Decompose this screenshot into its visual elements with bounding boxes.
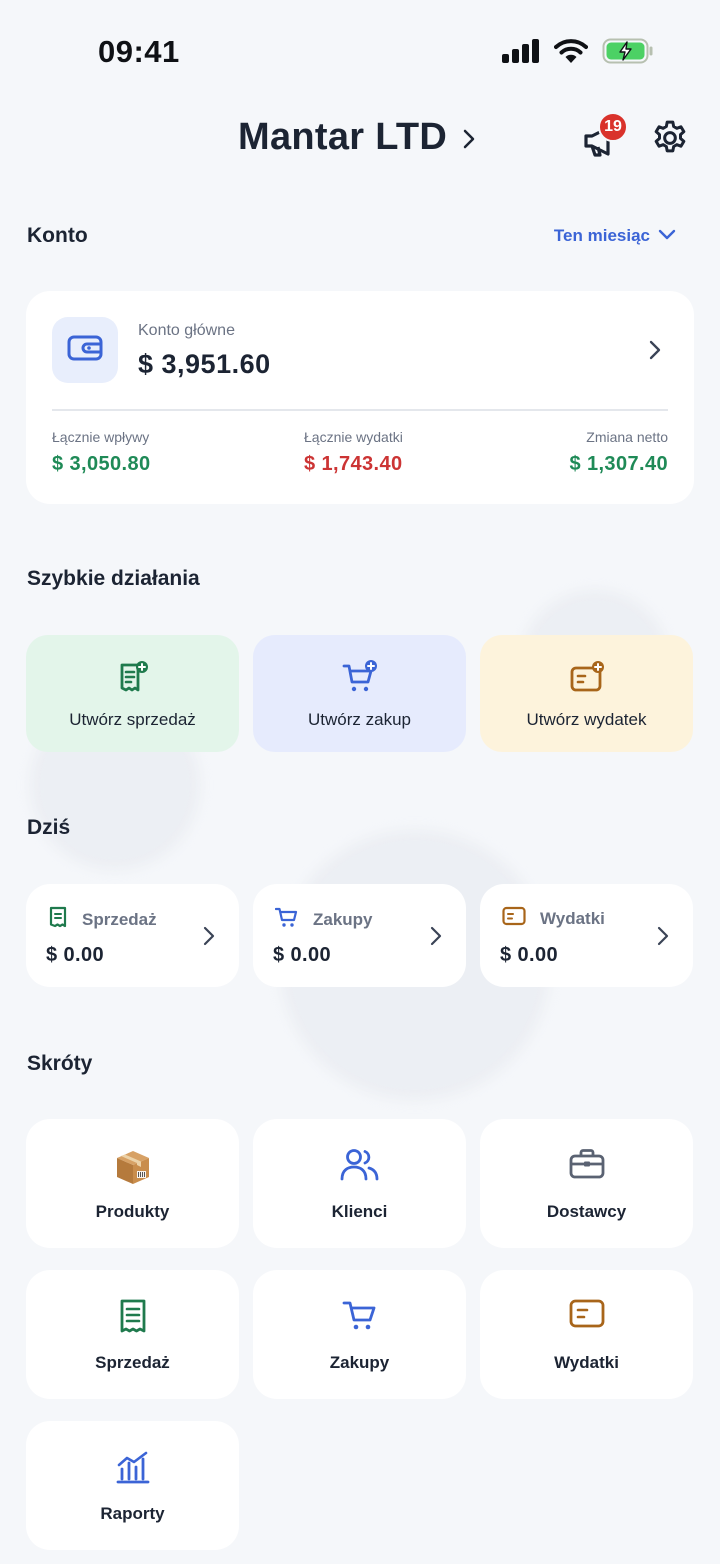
stat-value: $ 1,307.40 xyxy=(569,453,668,475)
shortcut-label: Sprzedaż xyxy=(95,1353,170,1372)
wifi-icon xyxy=(554,38,588,69)
receipt-icon xyxy=(118,1298,148,1339)
chevron-right-icon xyxy=(203,926,215,951)
package-icon xyxy=(113,1147,153,1192)
create-purchase-label: Utwórz zakup xyxy=(308,710,411,729)
cellular-signal-icon xyxy=(502,39,540,68)
today-sales-card[interactable]: Sprzedaż $ 0.00 xyxy=(26,884,239,987)
shortcut-label: Produkty xyxy=(95,1202,170,1221)
account-section-title: Konto xyxy=(27,224,88,247)
gear-icon[interactable] xyxy=(650,118,690,163)
create-sale-label: Utwórz sprzedaż xyxy=(69,710,196,729)
shortcut-sales[interactable]: Sprzedaż xyxy=(26,1270,239,1399)
stat-value: $ 3,050.80 xyxy=(52,453,151,475)
shortcut-label: Dostawcy xyxy=(546,1202,627,1221)
battery-charging-icon xyxy=(602,38,654,69)
company-name[interactable]: Mantar LTD xyxy=(238,116,447,159)
create-sale-button[interactable]: Utwórz sprzedaż xyxy=(26,635,239,752)
account-label: Konto główne xyxy=(138,322,235,339)
today-sales-value: $ 0.00 xyxy=(46,944,105,966)
shortcut-products[interactable]: Produkty xyxy=(26,1119,239,1248)
stat-value: $ 1,743.40 xyxy=(304,453,403,475)
shortcut-expenses[interactable]: Wydatki xyxy=(480,1270,693,1399)
shortcut-purchases[interactable]: Zakupy xyxy=(253,1270,466,1399)
cart-plus-icon xyxy=(342,660,378,699)
stat-total-income: Łącznie wpływy $ 3,050.80 xyxy=(52,429,151,476)
status-icons xyxy=(502,38,654,69)
chevron-right-icon xyxy=(648,339,662,366)
today-purchases-card[interactable]: Zakupy $ 0.00 xyxy=(253,884,466,987)
wallet-icon-box xyxy=(52,317,118,383)
users-icon xyxy=(340,1147,380,1188)
main-account-card[interactable]: Konto główne $ 3,951.60 Łącznie wpływy $… xyxy=(26,291,694,504)
stat-label: Zmiana netto xyxy=(586,429,668,445)
today-expenses-card[interactable]: Wydatki $ 0.00 xyxy=(480,884,693,987)
expense-icon xyxy=(568,1298,606,1335)
today-purchases-value: $ 0.00 xyxy=(273,944,332,966)
chevron-down-icon xyxy=(658,226,676,246)
create-expense-label: Utwórz wydatek xyxy=(526,710,647,729)
today-head: Wydatki xyxy=(502,906,605,931)
today-expenses-value: $ 0.00 xyxy=(500,944,559,966)
shortcut-clients[interactable]: Klienci xyxy=(253,1119,466,1248)
expense-plus-icon xyxy=(569,660,605,699)
stat-label: Łącznie wydatki xyxy=(304,429,403,445)
receipt-icon xyxy=(48,906,68,933)
chevron-right-icon[interactable] xyxy=(458,126,480,157)
chart-icon xyxy=(115,1449,151,1490)
stat-label: Łącznie wpływy xyxy=(52,429,150,445)
wallet-icon xyxy=(67,333,103,368)
create-purchase-button[interactable]: Utwórz zakup xyxy=(253,635,466,752)
stat-net-change: Zmiana netto $ 1,307.40 xyxy=(569,429,668,476)
shortcut-label: Raporty xyxy=(100,1504,165,1523)
briefcase-icon xyxy=(568,1147,606,1186)
divider xyxy=(52,409,668,411)
today-sales-label: Sprzedaż xyxy=(82,909,157,929)
today-head: Sprzedaż xyxy=(48,906,157,933)
today-head: Zakupy xyxy=(274,906,373,933)
receipt-plus-icon xyxy=(116,660,150,699)
stat-total-expenses: Łącznie wydatki $ 1,743.40 xyxy=(304,429,403,476)
create-expense-button[interactable]: Utwórz wydatek xyxy=(480,635,693,752)
quick-actions-title: Szybkie działania xyxy=(27,567,200,590)
chevron-right-icon xyxy=(430,926,442,951)
shortcuts-section-title: Skróty xyxy=(27,1052,93,1075)
period-label: Ten miesiąc xyxy=(553,226,650,245)
shortcut-label: Wydatki xyxy=(554,1353,619,1372)
status-time: 09:41 xyxy=(98,34,180,69)
account-balance: $ 3,951.60 xyxy=(138,349,271,379)
cart-icon xyxy=(342,1298,378,1337)
status-bar: 09:41 xyxy=(0,0,720,100)
today-section-title: Dziś xyxy=(27,816,71,839)
today-purchases-label: Zakupy xyxy=(313,909,373,929)
app-header: Mantar LTD 19 xyxy=(0,110,720,170)
shortcut-label: Klienci xyxy=(331,1202,388,1221)
shortcut-suppliers[interactable]: Dostawcy xyxy=(480,1119,693,1248)
today-expenses-label: Wydatki xyxy=(540,908,605,928)
period-selector[interactable]: Ten miesiąc xyxy=(554,226,676,246)
expense-icon xyxy=(502,906,526,931)
notification-badge: 19 xyxy=(598,112,628,142)
cart-icon xyxy=(274,906,299,933)
shortcut-label: Zakupy xyxy=(329,1353,390,1372)
chevron-right-icon xyxy=(657,926,669,951)
shortcut-reports[interactable]: Raporty xyxy=(26,1421,239,1550)
